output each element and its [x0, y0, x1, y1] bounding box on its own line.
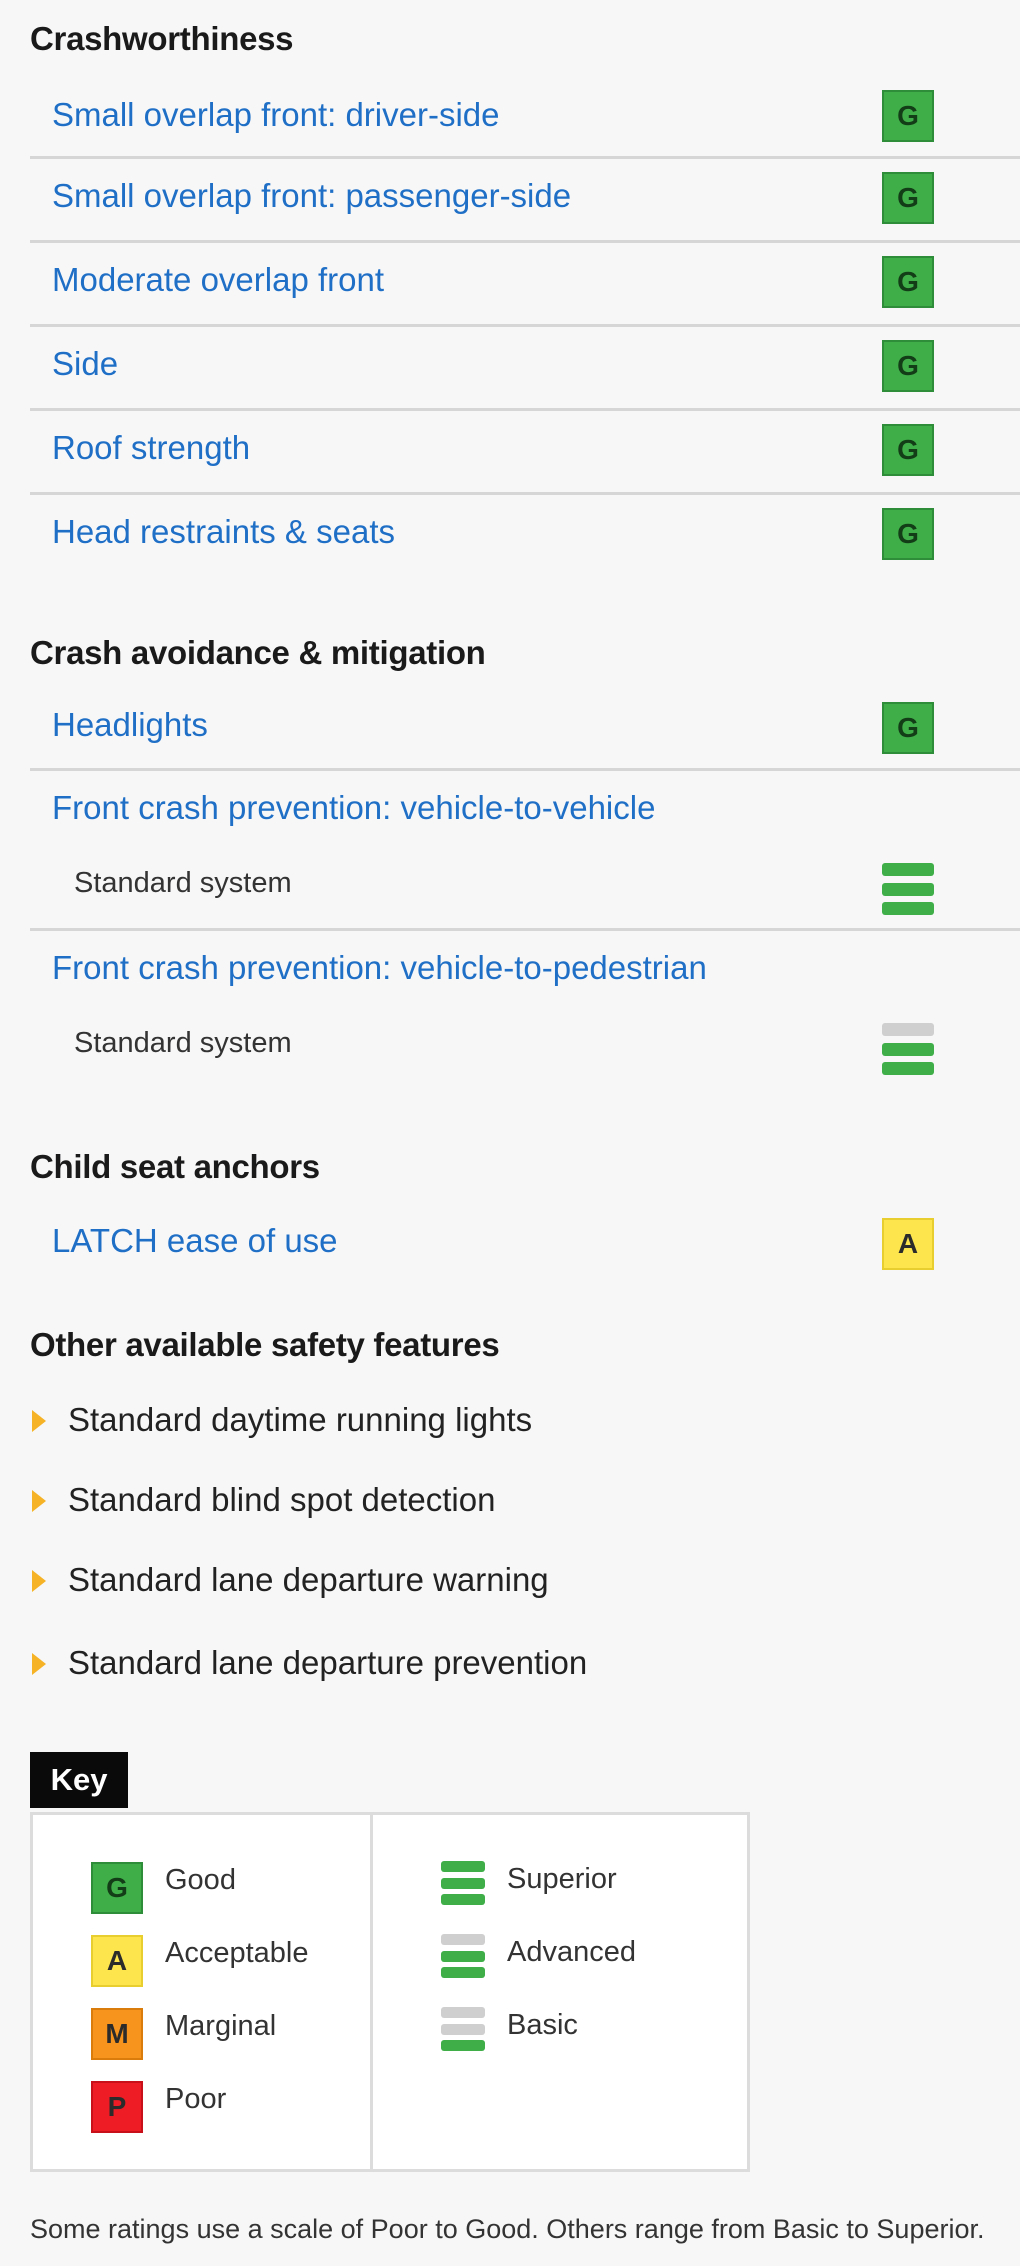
section-title-crash-avoidance: Crash avoidance & mitigation [30, 634, 486, 671]
rating-row: Moderate overlap front G [30, 243, 1020, 327]
rating-row: Head restraints & seats G [30, 495, 1020, 576]
rating-link-headlights[interactable]: Headlights [52, 706, 208, 744]
system-label: Standard system [74, 1027, 292, 1059]
basic-level-icon [441, 2007, 485, 2051]
rating-link-roof-strength[interactable]: Roof strength [52, 429, 250, 467]
section-title-child-seat: Child seat anchors [30, 1148, 320, 1185]
section-title-other-features: Other available safety features [30, 1326, 500, 1363]
key-title: Key [30, 1752, 128, 1808]
rating-badge: G [882, 172, 934, 224]
rating-badge: G [882, 424, 934, 476]
rating-badge: G [882, 508, 934, 560]
rating-link-head-restraints[interactable]: Head restraints & seats [52, 513, 395, 551]
key-legend: G Good A Acceptable M Marginal P Poor Su… [30, 1812, 750, 2172]
rating-badge: G [882, 702, 934, 754]
bullet-arrow-icon [32, 1570, 46, 1592]
rating-row: Small overlap front: passenger-side G [30, 159, 1020, 243]
feature-label: Standard lane departure warning [68, 1561, 549, 1598]
good-badge-icon: G [91, 1862, 143, 1914]
bullet-arrow-icon [32, 1490, 46, 1512]
key-divider [370, 1815, 373, 2169]
marginal-badge-icon: M [91, 2008, 143, 2060]
rating-row: Headlights G [30, 694, 1020, 771]
key-label: Poor [165, 2083, 227, 2115]
rating-row: Roof strength G [30, 411, 1020, 495]
rating-row: Side G [30, 327, 1020, 411]
superior-rating-icon [882, 863, 934, 915]
rating-link-small-overlap-driver[interactable]: Small overlap front: driver-side [52, 96, 500, 134]
rating-link-moderate-overlap[interactable]: Moderate overlap front [52, 261, 384, 299]
section-title-crashworthiness: Crashworthiness [30, 20, 294, 57]
rating-row: Front crash prevention: vehicle-to-vehic… [30, 771, 1020, 931]
rating-badge: A [882, 1218, 934, 1270]
rating-row: LATCH ease of use A [30, 1210, 1020, 1274]
rating-link-front-crash-v2v[interactable]: Front crash prevention: vehicle-to-vehic… [52, 789, 655, 827]
poor-badge-icon: P [91, 2081, 143, 2133]
rating-link-front-crash-v2p[interactable]: Front crash prevention: vehicle-to-pedes… [52, 949, 707, 987]
feature-label: Standard blind spot detection [68, 1481, 496, 1518]
feature-label: Standard lane departure prevention [68, 1644, 588, 1681]
rating-badge: G [882, 90, 934, 142]
footnote: Some ratings use a scale of Poor to Good… [30, 2214, 985, 2244]
key-label: Good [165, 1864, 236, 1896]
feature-label: Standard daytime running lights [68, 1401, 533, 1438]
rating-row: Small overlap front: driver-side G [30, 84, 1020, 159]
key-label: Basic [507, 2009, 578, 2041]
bullet-arrow-icon [32, 1653, 46, 1675]
rating-link-small-overlap-passenger[interactable]: Small overlap front: passenger-side [52, 177, 571, 215]
acceptable-badge-icon: A [91, 1935, 143, 1987]
key-label: Advanced [507, 1936, 636, 1968]
key-label: Marginal [165, 2010, 277, 2042]
bullet-arrow-icon [32, 1410, 46, 1432]
advanced-level-icon [441, 1934, 485, 1978]
key-label: Superior [507, 1863, 617, 1895]
rating-row: Front crash prevention: vehicle-to-pedes… [30, 931, 1020, 1091]
system-label: Standard system [74, 867, 292, 899]
rating-link-latch[interactable]: LATCH ease of use [52, 1222, 338, 1260]
advanced-rating-icon [882, 1023, 934, 1075]
rating-badge: G [882, 340, 934, 392]
rating-badge: G [882, 256, 934, 308]
key-label: Acceptable [165, 1937, 309, 1969]
rating-link-side[interactable]: Side [52, 345, 118, 383]
superior-level-icon [441, 1861, 485, 1905]
